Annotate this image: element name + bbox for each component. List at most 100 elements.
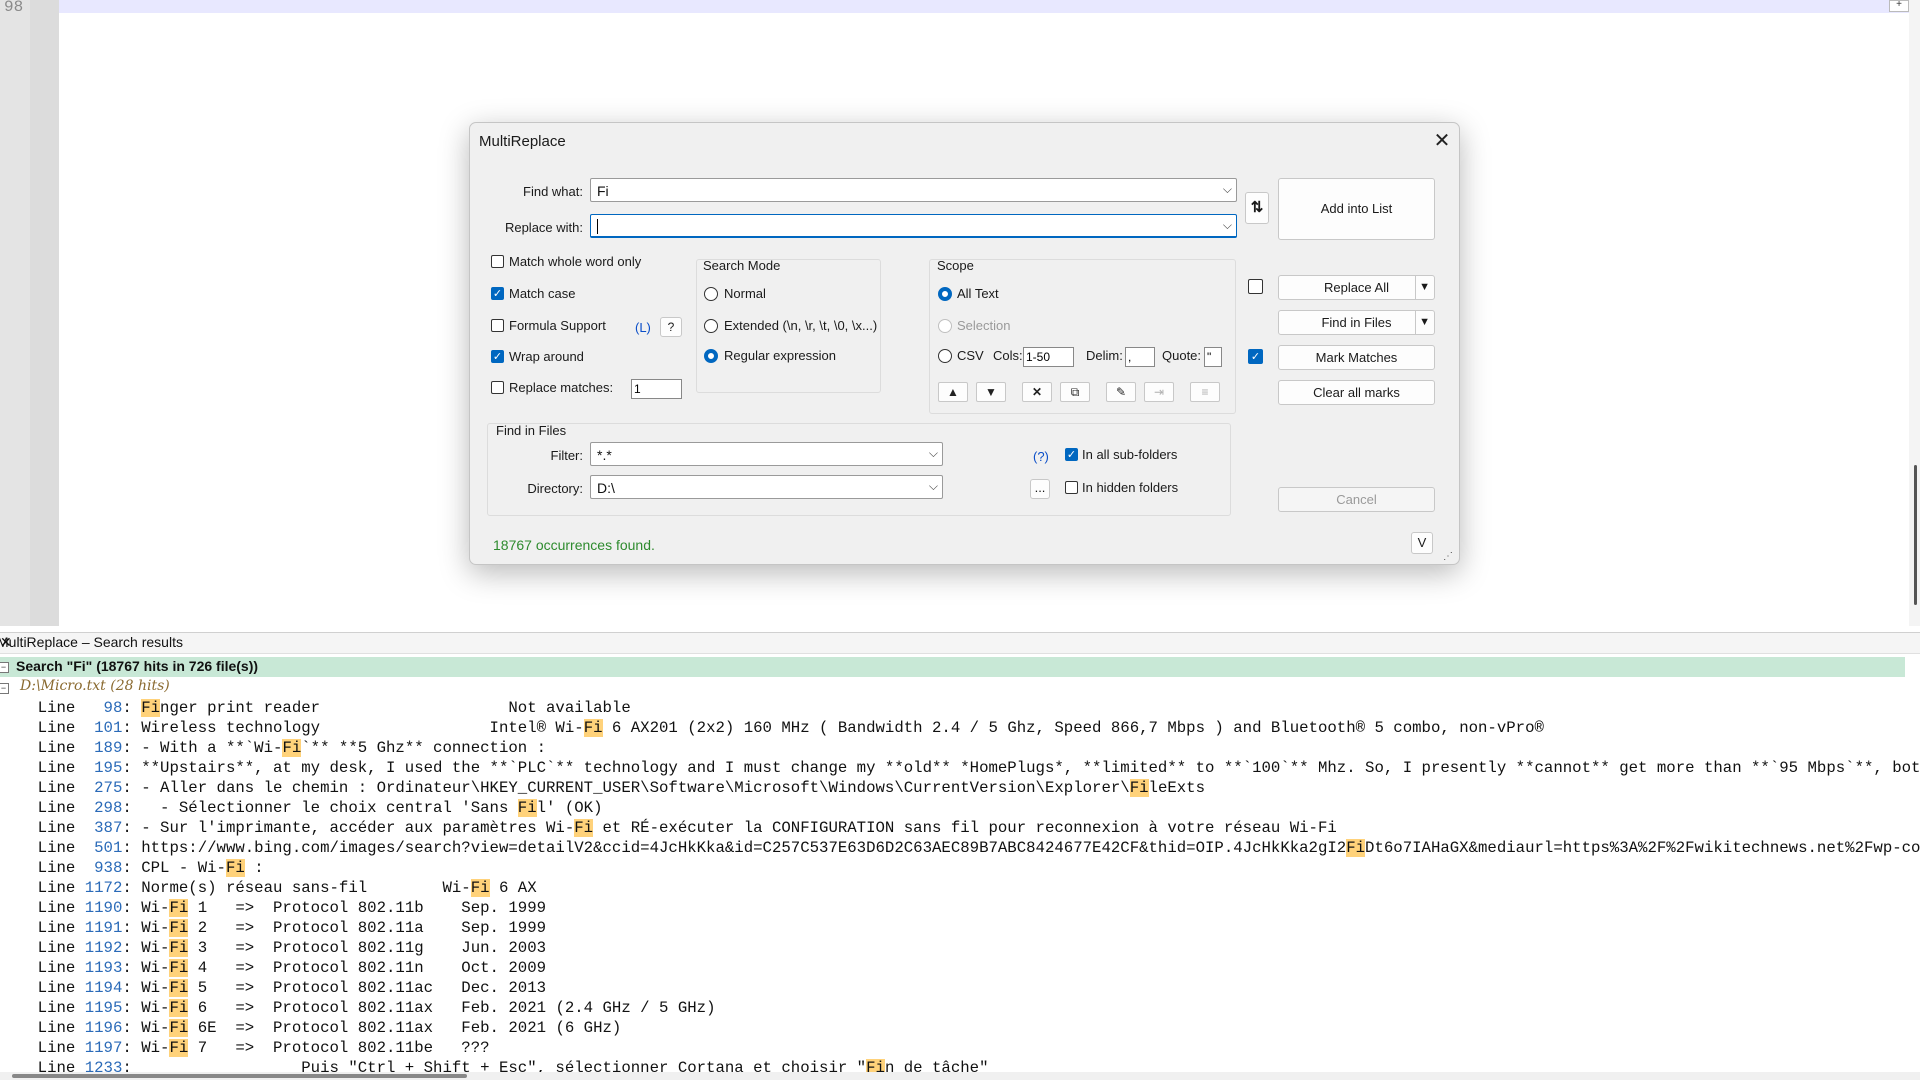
result-line[interactable]: Line 1172: Norme(s) réseau sans-fil Wi-F…	[0, 879, 537, 899]
fold-margin	[30, 0, 59, 626]
mark-matches-button[interactable]: Mark Matches	[1278, 345, 1435, 370]
extended-radio[interactable]	[704, 319, 718, 333]
dropdown-arrow-icon[interactable]: ▼	[1419, 276, 1430, 299]
find-input[interactable]: Fi ⌵	[590, 178, 1237, 202]
regex-radio[interactable]	[704, 349, 718, 363]
move-up-icon[interactable]: ▲	[938, 382, 968, 402]
add-into-list-button[interactable]: Add into List	[1278, 178, 1435, 240]
swap-fields-icon[interactable]: ⇅	[1245, 192, 1269, 224]
hidden-folders-checkbox[interactable]	[1065, 481, 1078, 494]
file-header-row[interactable]: D:\Micro.txt (28 hits)	[20, 678, 170, 694]
result-line[interactable]: Line 101: Wireless technology Intel® Wi-…	[0, 719, 1544, 739]
wrap-around-checkbox[interactable]: ✓	[491, 350, 504, 363]
result-line[interactable]: Line 1194: Wi-Fi 5 => Protocol 802.11ac …	[0, 979, 546, 999]
close-icon[interactable]: ✕	[0, 634, 1916, 651]
cols-input[interactable]: 1-50	[1023, 347, 1074, 367]
align-icon[interactable]: ⇥	[1144, 382, 1174, 402]
normal-label: Normal	[724, 286, 766, 301]
move-down-icon[interactable]: ▼	[976, 382, 1006, 402]
quote-input[interactable]: "	[1204, 347, 1222, 367]
line-text: : Wi-	[122, 999, 170, 1017]
edit-icon[interactable]: ✎	[1106, 382, 1136, 402]
csv-radio[interactable]	[938, 349, 952, 363]
csv-label: CSV	[957, 348, 984, 363]
chevron-down-icon[interactable]: ⌵	[1223, 182, 1232, 197]
result-line[interactable]: Line 275: - Aller dans le chemin : Ordin…	[0, 779, 1205, 799]
delete-icon[interactable]: ✕	[1022, 382, 1052, 402]
line-text: 5 => Protocol 802.11ac Dec. 2013	[188, 979, 547, 997]
resize-grip-icon[interactable]: ⋰	[1443, 551, 1453, 562]
line-prefix: Line	[0, 979, 85, 997]
line-text: 1 => Protocol 802.11b Sep. 1999	[188, 899, 547, 917]
subfolders-checkbox[interactable]: ✓	[1065, 448, 1078, 461]
line-number: 501	[84, 839, 123, 857]
collapse-icon[interactable]: −	[0, 683, 9, 694]
result-line[interactable]: Line 98: Finger print reader Not availab…	[0, 699, 631, 719]
result-line[interactable]: Line 195: **Upstairs**, at my desk, I us…	[0, 759, 1920, 779]
result-line[interactable]: Line 1191: Wi-Fi 2 => Protocol 802.11a S…	[0, 919, 546, 939]
line-text: :	[244, 859, 264, 877]
result-line[interactable]: Line 1190: Wi-Fi 1 => Protocol 802.11b S…	[0, 899, 546, 919]
result-line[interactable]: Line 1192: Wi-Fi 3 => Protocol 802.11g J…	[0, 939, 546, 959]
chevron-down-icon[interactable]: ⌵	[929, 479, 938, 494]
result-line[interactable]: Line 1195: Wi-Fi 6 => Protocol 802.11ax …	[0, 999, 715, 1019]
match-highlight: Fi	[574, 819, 594, 837]
dropdown-arrow-icon[interactable]: ▼	[1419, 311, 1430, 334]
filter-help-link[interactable]: (?)	[1033, 449, 1049, 464]
mark-checkbox[interactable]: ✓	[1248, 349, 1263, 364]
normal-radio[interactable]	[704, 287, 718, 301]
match-case-checkbox[interactable]: ✓	[491, 287, 504, 300]
formula-link[interactable]: (L)	[635, 320, 651, 335]
results-scroll-thumb[interactable]	[12, 1074, 467, 1078]
menu-icon[interactable]: ≡	[1190, 382, 1220, 402]
editor-scroll-thumb[interactable]	[1914, 465, 1917, 605]
all-text-radio[interactable]	[938, 287, 952, 301]
replace-input[interactable]: ⌵	[590, 214, 1237, 238]
chevron-down-icon[interactable]: ⌵	[929, 446, 938, 461]
replace-matches-input[interactable]: 1	[631, 379, 682, 399]
line-number: 98	[84, 699, 123, 717]
browse-button[interactable]: ...	[1030, 479, 1050, 499]
copy-icon[interactable]: ⧉	[1060, 382, 1090, 402]
match-highlight: Fi	[169, 919, 189, 937]
find-in-files-button[interactable]: Find in Files ▼	[1278, 310, 1435, 335]
result-line[interactable]: Line 387: - Sur l'imprimante, accéder au…	[0, 819, 1337, 839]
result-line[interactable]: Line 1197: Wi-Fi 7 => Protocol 802.11be …	[0, 1039, 490, 1059]
line-text: : Wi-	[122, 939, 170, 957]
filter-label: Filter:	[550, 448, 584, 463]
selection-label: Selection	[957, 318, 1011, 333]
match-highlight: Fi	[517, 799, 537, 817]
line-prefix: Line	[0, 839, 85, 857]
result-line[interactable]: Line 1193: Wi-Fi 4 => Protocol 802.11n O…	[0, 959, 546, 979]
delim-input[interactable]: ,	[1125, 347, 1155, 367]
expand-button[interactable]: V	[1411, 532, 1433, 554]
replace-matches-checkbox[interactable]	[491, 381, 504, 394]
match-highlight: Fi	[1129, 779, 1149, 797]
formula-support-checkbox[interactable]	[491, 319, 504, 332]
result-line[interactable]: Line 1196: Wi-Fi 6E => Protocol 802.11ax…	[0, 1019, 621, 1039]
collapse-icon[interactable]: −	[0, 662, 9, 673]
selection-radio[interactable]	[938, 319, 952, 333]
line-text: : - With a **`Wi-	[122, 739, 283, 757]
result-line[interactable]: Line 938: CPL - Wi-Fi :	[0, 859, 264, 879]
formula-help-button[interactable]: ?	[660, 317, 682, 337]
replace-all-button[interactable]: Replace All ▼	[1278, 275, 1435, 300]
plus-icon[interactable]: +	[1889, 0, 1909, 12]
result-line[interactable]: Line 189: - With a **`Wi-Fi`** **5 Ghz**…	[0, 739, 546, 759]
match-whole-word-checkbox[interactable]	[491, 255, 504, 268]
result-line[interactable]: Line 298: - Sélectionner le choix centra…	[0, 799, 603, 819]
search-header-row[interactable]: Search "Fi" (18767 hits in 726 file(s))	[0, 657, 1905, 677]
line-text: 6 AX	[489, 879, 537, 897]
text-caret	[597, 219, 598, 234]
cancel-button[interactable]: Cancel	[1278, 487, 1435, 512]
delim-label: Delim:	[1086, 348, 1123, 363]
result-line[interactable]: Line 501: https://www.bing.com/images/se…	[0, 839, 1920, 859]
directory-input[interactable]: D:\ ⌵	[590, 475, 943, 499]
clear-all-marks-button[interactable]: Clear all marks	[1278, 380, 1435, 405]
filter-input[interactable]: *.* ⌵	[590, 442, 943, 466]
use-list-checkbox[interactable]	[1248, 279, 1263, 294]
close-icon[interactable]: ✕	[1428, 127, 1456, 155]
line-text: 4 => Protocol 802.11n Oct. 2009	[188, 959, 547, 977]
line-number: 387	[84, 819, 123, 837]
chevron-down-icon[interactable]: ⌵	[1223, 218, 1232, 233]
